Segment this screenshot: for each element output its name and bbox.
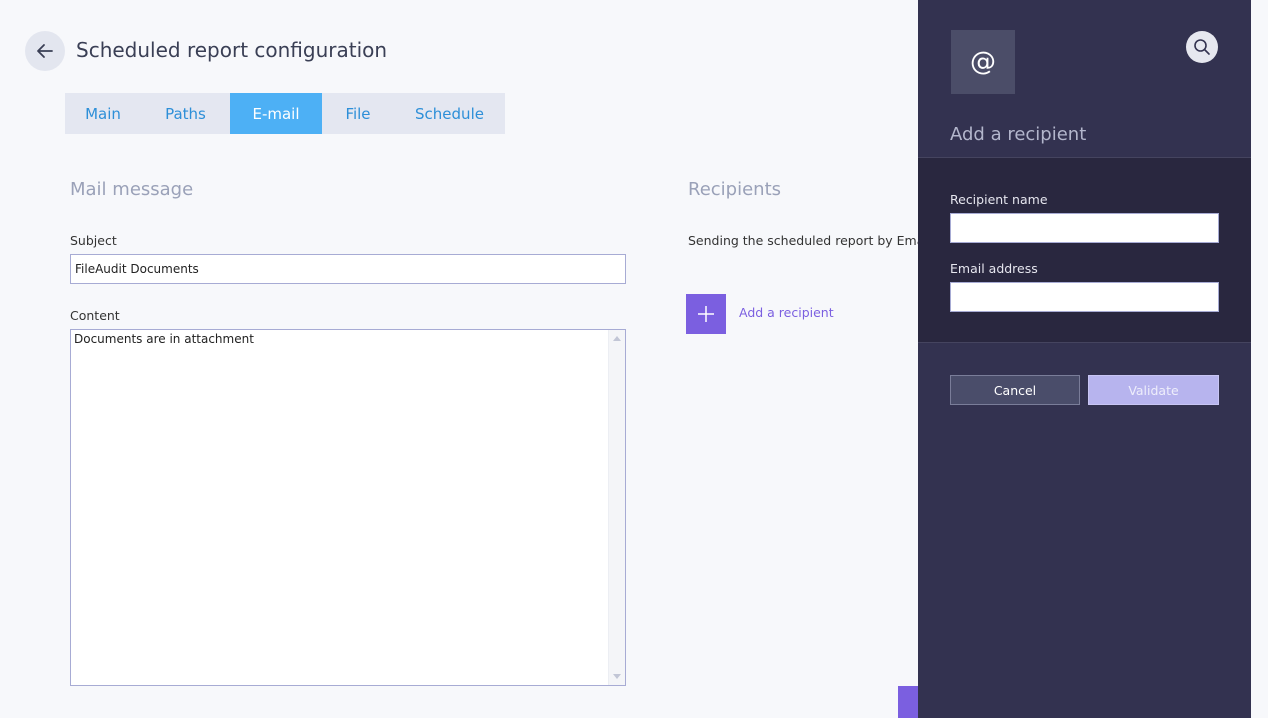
panel-title: Add a recipient	[950, 124, 1087, 145]
content-textarea[interactable]: Documents are in attachment	[71, 330, 609, 685]
add-recipient-panel: @ Add a recipient Recipient name Email a…	[918, 0, 1251, 718]
add-recipient-button[interactable]	[686, 294, 726, 334]
content-label: Content	[70, 308, 120, 323]
tab-main[interactable]: Main	[65, 93, 141, 134]
email-address-input[interactable]	[950, 282, 1219, 312]
tab-file[interactable]: File	[322, 93, 394, 134]
content-field: Documents are in attachment	[70, 329, 626, 686]
back-button[interactable]	[25, 31, 65, 71]
scroll-up-icon[interactable]	[613, 336, 621, 341]
recipient-form: Recipient name Email address	[918, 157, 1251, 343]
tab-email[interactable]: E-mail	[230, 93, 322, 134]
scroll-down-icon[interactable]	[613, 674, 621, 679]
at-sign-icon: @	[951, 30, 1015, 94]
search-button[interactable]	[1186, 31, 1218, 63]
recipient-name-input[interactable]	[950, 213, 1219, 243]
plus-icon	[698, 306, 714, 322]
add-recipient-link[interactable]: Add a recipient	[739, 305, 834, 320]
tab-paths[interactable]: Paths	[141, 93, 230, 134]
cancel-button[interactable]: Cancel	[950, 375, 1080, 405]
page-title: Scheduled report configuration	[76, 38, 388, 62]
window-edge	[1251, 0, 1268, 718]
footer-action-button[interactable]	[898, 686, 918, 718]
subject-label: Subject	[70, 233, 117, 248]
search-icon	[1194, 39, 1210, 55]
recipients-description: Sending the scheduled report by Email	[688, 233, 932, 248]
arrow-left-icon	[37, 44, 53, 58]
email-address-label: Email address	[950, 261, 1038, 276]
recipient-name-label: Recipient name	[950, 192, 1048, 207]
subject-input[interactable]	[70, 254, 626, 284]
tab-schedule[interactable]: Schedule	[394, 93, 505, 134]
tab-bar: Main Paths E-mail File Schedule	[65, 93, 505, 134]
recipients-title: Recipients	[688, 179, 782, 200]
mail-message-title: Mail message	[70, 179, 194, 200]
validate-button[interactable]: Validate	[1088, 375, 1219, 405]
content-scrollbar[interactable]	[608, 330, 625, 685]
